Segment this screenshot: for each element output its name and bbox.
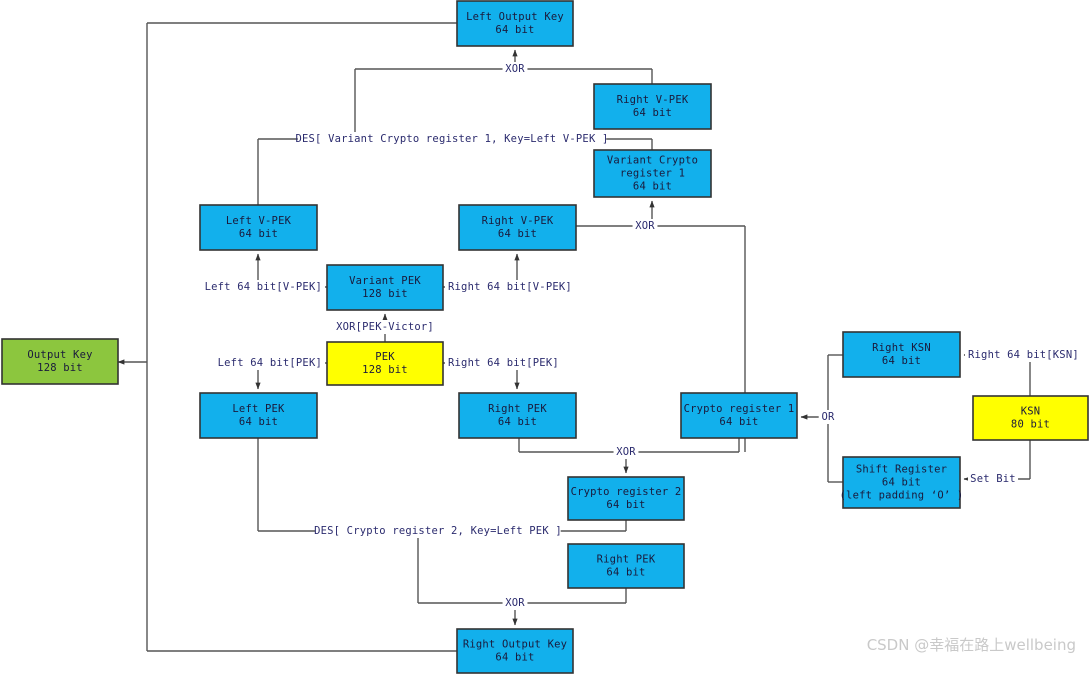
node-left_pek[interactable]: Left PEK64 bit (199, 392, 318, 439)
edge-label-left_64_pek: Left 64 bit[PEK] (218, 357, 322, 369)
node-label-variant_pek-line1: Variant PEK (349, 275, 421, 287)
node-label-left_v_pek-line1: Left V-PEK (226, 215, 292, 227)
edge-label-group-right_64_vpek: Right 64 bit[V-PEK] (445, 280, 572, 294)
node-left_v_pek[interactable]: Left V-PEK64 bit (199, 204, 318, 251)
edge-label-group-right_64_pek: Right 64 bit[PEK] (445, 356, 559, 370)
node-label-pek-line2: 128 bit (362, 364, 408, 376)
diagram-nodes: Left Output Key64 bitRight V-PEK64 bitVa… (1, 0, 1089, 674)
node-label-right_output_key-line1: Right Output Key (463, 639, 567, 651)
node-crypto_register_1[interactable]: Crypto register 164 bit (680, 392, 798, 439)
edge-label-group-xor_variant_crypto: XOR (632, 219, 658, 233)
node-label-right_v_pek_top-line1: Right V-PEK (617, 94, 689, 106)
edge-label-group-xor_top: XOR (502, 62, 528, 76)
edge-label-group-xor_bottom: XOR (502, 596, 528, 610)
node-variant_crypto_1[interactable]: Variant Cryptoregister 164 bit (593, 149, 712, 198)
edge-label-des_crypto_2: DES[ Crypto register 2, Key=Left PEK ] (314, 525, 562, 537)
edge-label-group-left_64_vpek: Left 64 bit[V-PEK] (205, 280, 325, 294)
node-label-ksn-line2: 80 bit (1011, 419, 1050, 431)
node-label-right_pek_mid-line2: 64 bit (498, 416, 537, 428)
edge-label-group-or_label: OR (818, 410, 838, 424)
edge-label-set_bit: Set Bit (970, 473, 1016, 485)
edge-label-group-des_variant_crypto: DES[ Variant Crypto register 1, Key=Left… (295, 132, 608, 146)
node-label-right_pek_bottom-line2: 64 bit (606, 567, 645, 579)
node-pek[interactable]: PEK128 bit (326, 341, 444, 386)
node-label-left_pek-line1: Left PEK (232, 403, 285, 415)
node-label-crypto_register_1-line2: 64 bit (719, 416, 758, 428)
edge-label-xor_pek_victor: XOR[PEK-Victor] (336, 321, 434, 333)
node-label-left_v_pek-line2: 64 bit (239, 228, 278, 240)
node-label-shift_register-line2: 64 bit (882, 477, 921, 489)
key-derivation-flow-diagram: Left Output Key64 bitRight V-PEK64 bitVa… (1, 0, 1089, 674)
node-label-right_pek_mid-line1: Right PEK (488, 403, 547, 415)
node-label-right_v_pek_mid-line2: 64 bit (498, 228, 537, 240)
edge-label-xor_crypto_2: XOR (616, 446, 636, 458)
csdn-watermark: CSDN @幸福在路上wellbeing (866, 636, 1076, 654)
node-label-ksn-line1: KSN (1021, 406, 1041, 418)
node-label-variant_pek-line2: 128 bit (362, 288, 408, 300)
node-label-right_ksn-line2: 64 bit (882, 355, 921, 367)
node-label-variant_crypto_1-line3: 64 bit (633, 181, 672, 193)
node-right_v_pek_mid[interactable]: Right V-PEK64 bit (458, 204, 577, 251)
node-shift_register[interactable]: Shift Register64 bit(left padding ‘O’ ) (840, 456, 964, 509)
edge-label-left_64_vpek: Left 64 bit[V-PEK] (205, 281, 322, 293)
node-label-pek-line1: PEK (375, 351, 395, 363)
node-label-right_v_pek_mid-line1: Right V-PEK (482, 215, 554, 227)
node-label-shift_register-line1: Shift Register (856, 464, 947, 476)
edge-label-group-xor_crypto_2: XOR (613, 445, 639, 459)
edge-label-group-des_crypto_2: DES[ Crypto register 2, Key=Left PEK ] (314, 524, 562, 538)
node-label-left_output_key-line2: 64 bit (495, 24, 534, 36)
node-label-left_output_key-line1: Left Output Key (466, 11, 564, 23)
node-label-left_pek-line2: 64 bit (239, 416, 278, 428)
node-right_output_key[interactable]: Right Output Key64 bit (456, 628, 574, 674)
node-label-crypto_register_2-line1: Crypto register 2 (571, 486, 682, 498)
edge-label-right_64_pek: Right 64 bit[PEK] (448, 357, 559, 369)
diagram-canvas: Left Output Key 64 bit Right V-PEK 64 bit Va… (0, 0, 1090, 675)
node-right_ksn[interactable]: Right KSN64 bit (842, 331, 961, 378)
edge-label-right_64_vpek: Right 64 bit[V-PEK] (448, 281, 572, 293)
edge-label-group-xor_pek_victor: XOR[PEK-Victor] (334, 320, 436, 334)
node-right_pek_bottom[interactable]: Right PEK64 bit (567, 543, 685, 589)
node-label-right_ksn-line1: Right KSN (872, 342, 931, 354)
node-label-right_v_pek_top-line2: 64 bit (633, 107, 672, 119)
edge-label-xor_bottom: XOR (505, 597, 525, 609)
edge-label-group-left_64_pek: Left 64 bit[PEK] (218, 356, 325, 370)
node-label-right_pek_bottom-line1: Right PEK (597, 554, 656, 566)
node-ksn[interactable]: KSN80 bit (972, 395, 1089, 441)
node-label-variant_crypto_1-line1: Variant Crypto (607, 155, 698, 167)
node-label-crypto_register_2-line2: 64 bit (606, 499, 645, 511)
edge-label-right_64_ksn: Right 64 bit[KSN] (968, 349, 1079, 361)
node-label-crypto_register_1-line1: Crypto register 1 (684, 403, 795, 415)
node-right_v_pek_top[interactable]: Right V-PEK64 bit (593, 83, 712, 130)
edge-label-des_variant_crypto: DES[ Variant Crypto register 1, Key=Left… (295, 133, 608, 145)
edge-label-or_label: OR (821, 411, 835, 423)
node-crypto_register_2[interactable]: Crypto register 264 bit (567, 476, 685, 521)
node-left_output_key[interactable]: Left Output Key64 bit (456, 0, 574, 47)
node-right_pek_mid[interactable]: Right PEK64 bit (458, 392, 577, 439)
node-output_key[interactable]: Output Key128 bit (1, 338, 119, 385)
node-label-right_output_key-line2: 64 bit (495, 652, 534, 664)
edge-label-group-set_bit: Set Bit (967, 472, 1019, 486)
edge-label-xor_top: XOR (505, 63, 525, 75)
node-variant_pek[interactable]: Variant PEK128 bit (326, 264, 444, 311)
node-label-shift_register-line3: (left padding ‘O’ ) (840, 490, 964, 502)
node-label-output_key-line2: 128 bit (37, 362, 83, 374)
edge-label-xor_variant_crypto: XOR (635, 220, 655, 232)
node-label-variant_crypto_1-line2: register 1 (620, 168, 685, 180)
node-label-output_key-line1: Output Key (27, 349, 92, 361)
edge-label-group-right_64_ksn: Right 64 bit[KSN] (965, 348, 1079, 362)
